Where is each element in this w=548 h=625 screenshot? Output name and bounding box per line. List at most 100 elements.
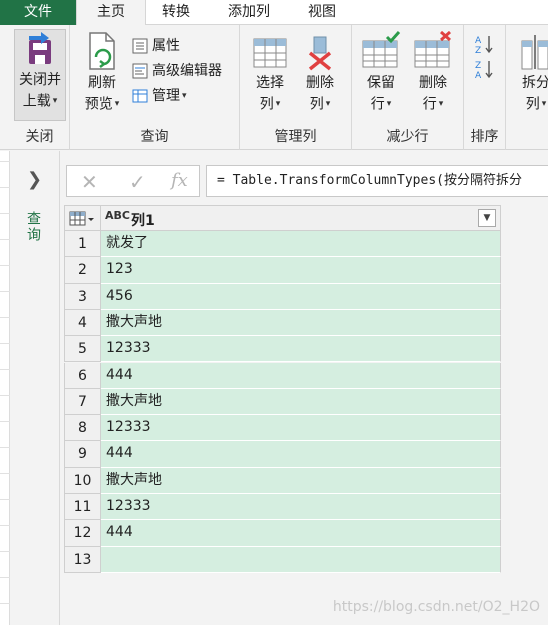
remove-rows-button[interactable]: 删除 行 ▾ bbox=[410, 31, 456, 116]
remove-columns-icon bbox=[308, 36, 332, 71]
gutter-line bbox=[0, 395, 10, 396]
table-row[interactable]: 11 12333 bbox=[64, 494, 501, 521]
refresh-label-2: 预览 ▾ bbox=[84, 96, 120, 113]
gutter-line bbox=[0, 551, 10, 552]
table-cell[interactable]: 444 bbox=[101, 520, 501, 547]
table-row[interactable]: 6 444 bbox=[64, 362, 501, 389]
row-number: 13 bbox=[64, 546, 101, 573]
formula-bar-buttons: ✕ ✓ fx bbox=[66, 165, 200, 197]
cancel-icon[interactable]: ✕ bbox=[81, 170, 98, 194]
table-row[interactable]: 7 撒大声地 bbox=[64, 388, 501, 416]
gutter-line bbox=[0, 161, 10, 162]
remove-rows-label-2: 行 ▾ bbox=[422, 96, 444, 113]
properties-button[interactable]: 属性 bbox=[132, 35, 180, 57]
queries-pane-label[interactable]: 查询 bbox=[23, 211, 43, 243]
tab-view[interactable]: 视图 bbox=[292, 0, 352, 25]
ribbon-tab-bar: 文件 主页 转换 添加列 视图 bbox=[0, 0, 548, 26]
table-cell[interactable]: 就发了 bbox=[101, 231, 501, 258]
table-cell[interactable]: 撒大声地 bbox=[101, 467, 501, 494]
table-row[interactable]: 8 12333 bbox=[64, 415, 501, 442]
close-and-load-button[interactable]: 关闭并 上载 ▾ bbox=[14, 29, 66, 121]
remove-rows-label-1: 删除 bbox=[419, 75, 447, 91]
remove-rows-icon bbox=[414, 31, 451, 68]
group-manage-columns-label: 管理列 bbox=[274, 129, 317, 145]
table-row[interactable]: 1 就发了 bbox=[64, 231, 501, 258]
manage-table-icon bbox=[132, 89, 148, 103]
group-manage-columns: 选择 列 ▾ 删除 列 ▾ 管理列 bbox=[240, 25, 352, 150]
formula-input[interactable]: = Table.TransformColumnTypes(按分隔符拆分 bbox=[206, 165, 548, 197]
table-row[interactable]: 10 撒大声地 bbox=[64, 467, 501, 494]
gutter-line bbox=[0, 421, 10, 422]
table-menu-button[interactable] bbox=[64, 205, 101, 231]
close-and-load-label-2: 上载 ▾ bbox=[22, 93, 58, 110]
gutter-line bbox=[0, 317, 10, 318]
row-number: 2 bbox=[64, 257, 101, 284]
table-cell[interactable]: 456 bbox=[101, 283, 501, 310]
row-number: 3 bbox=[64, 283, 101, 310]
sort-ascending-icon: A Z bbox=[475, 36, 493, 56]
tab-file[interactable]: 文件 bbox=[0, 0, 76, 25]
choose-columns-icon bbox=[253, 38, 287, 68]
sort-descending-button[interactable]: Z A bbox=[474, 58, 496, 81]
svg-text:Z: Z bbox=[475, 61, 481, 71]
refresh-preview-button[interactable]: 刷新 预览 ▾ bbox=[78, 31, 126, 116]
table-cell[interactable]: 123 bbox=[101, 257, 501, 284]
keep-rows-button[interactable]: 保留 行 ▾ bbox=[358, 31, 404, 116]
table-row[interactable]: 9 444 bbox=[64, 441, 501, 468]
column-name: 列1 bbox=[131, 213, 155, 229]
group-sort: A Z Z A 排序 bbox=[464, 25, 506, 150]
ribbon: 关闭并 上载 ▾ 关闭 刷新 预览 ▾ 属性 高级编辑器 管理 ▾ 查询 选择 … bbox=[0, 25, 548, 150]
split-column-icon bbox=[521, 35, 548, 70]
fx-icon[interactable]: fx bbox=[171, 170, 188, 191]
gutter-line bbox=[0, 265, 10, 266]
choose-columns-label-2: 列 ▾ bbox=[259, 96, 281, 113]
row-number: 11 bbox=[64, 494, 101, 521]
advanced-editor-icon bbox=[132, 63, 148, 79]
manage-button[interactable]: 管理 ▾ bbox=[132, 85, 187, 107]
row-number: 10 bbox=[64, 467, 101, 494]
table-row[interactable]: 5 12333 bbox=[64, 336, 501, 363]
table-cell[interactable] bbox=[101, 546, 501, 573]
svg-text:A: A bbox=[475, 71, 482, 80]
table-cell[interactable]: 撒大声地 bbox=[101, 309, 501, 337]
gutter-line bbox=[0, 213, 10, 214]
table-cell[interactable]: 12333 bbox=[101, 336, 501, 363]
confirm-check-icon[interactable]: ✓ bbox=[129, 170, 146, 194]
tab-home[interactable]: 主页 bbox=[76, 0, 146, 26]
split-column-button[interactable]: 拆分 列 ▾ bbox=[514, 31, 548, 116]
tab-transform[interactable]: 转换 bbox=[146, 0, 206, 25]
text-type-icon[interactable]: ABC bbox=[105, 209, 130, 222]
tab-add-column[interactable]: 添加列 bbox=[212, 0, 286, 25]
column-filter-dropdown-icon[interactable]: ▼ bbox=[478, 209, 496, 227]
group-query: 刷新 预览 ▾ 属性 高级编辑器 管理 ▾ 查询 bbox=[70, 25, 240, 150]
group-close: 关闭并 上载 ▾ 关闭 bbox=[10, 25, 70, 150]
table-row[interactable]: 3 456 bbox=[64, 283, 501, 310]
remove-columns-label-1: 删除 bbox=[306, 75, 334, 91]
table-row[interactable]: 4 撒大声地 bbox=[64, 309, 501, 337]
remove-columns-button[interactable]: 删除 列 ▾ bbox=[298, 31, 342, 116]
choose-columns-button[interactable]: 选择 列 ▾ bbox=[248, 31, 292, 116]
refresh-label-1: 刷新 bbox=[88, 75, 116, 91]
table-row[interactable]: 12 444 bbox=[64, 520, 501, 547]
table-cell[interactable]: 12333 bbox=[101, 494, 501, 521]
row-number: 8 bbox=[64, 415, 101, 442]
column-header-col1[interactable]: ABC 列1 ▼ bbox=[101, 205, 501, 231]
table-cell[interactable]: 12333 bbox=[101, 415, 501, 442]
queries-pane: ❯ 查询 bbox=[10, 151, 60, 625]
table-cell[interactable]: 444 bbox=[101, 362, 501, 389]
close-and-load-icon bbox=[29, 32, 51, 64]
expand-chevron-icon[interactable]: ❯ bbox=[27, 169, 42, 190]
group-transform: 拆分 列 ▾ bbox=[506, 25, 548, 150]
group-query-label: 查询 bbox=[140, 129, 169, 145]
table-cell[interactable]: 撒大声地 bbox=[101, 388, 501, 416]
table-cell[interactable]: 444 bbox=[101, 441, 501, 468]
table-row[interactable]: 13 bbox=[64, 546, 501, 573]
row-number: 1 bbox=[64, 231, 101, 258]
group-close-label: 关闭 bbox=[25, 129, 54, 145]
table-row[interactable]: 2 123 bbox=[64, 257, 501, 284]
sort-ascending-button[interactable]: A Z bbox=[474, 33, 496, 56]
split-column-label-1: 拆分 bbox=[522, 75, 548, 91]
row-number: 5 bbox=[64, 336, 101, 363]
advanced-editor-button[interactable]: 高级编辑器 bbox=[132, 60, 222, 82]
row-number: 7 bbox=[64, 388, 101, 416]
